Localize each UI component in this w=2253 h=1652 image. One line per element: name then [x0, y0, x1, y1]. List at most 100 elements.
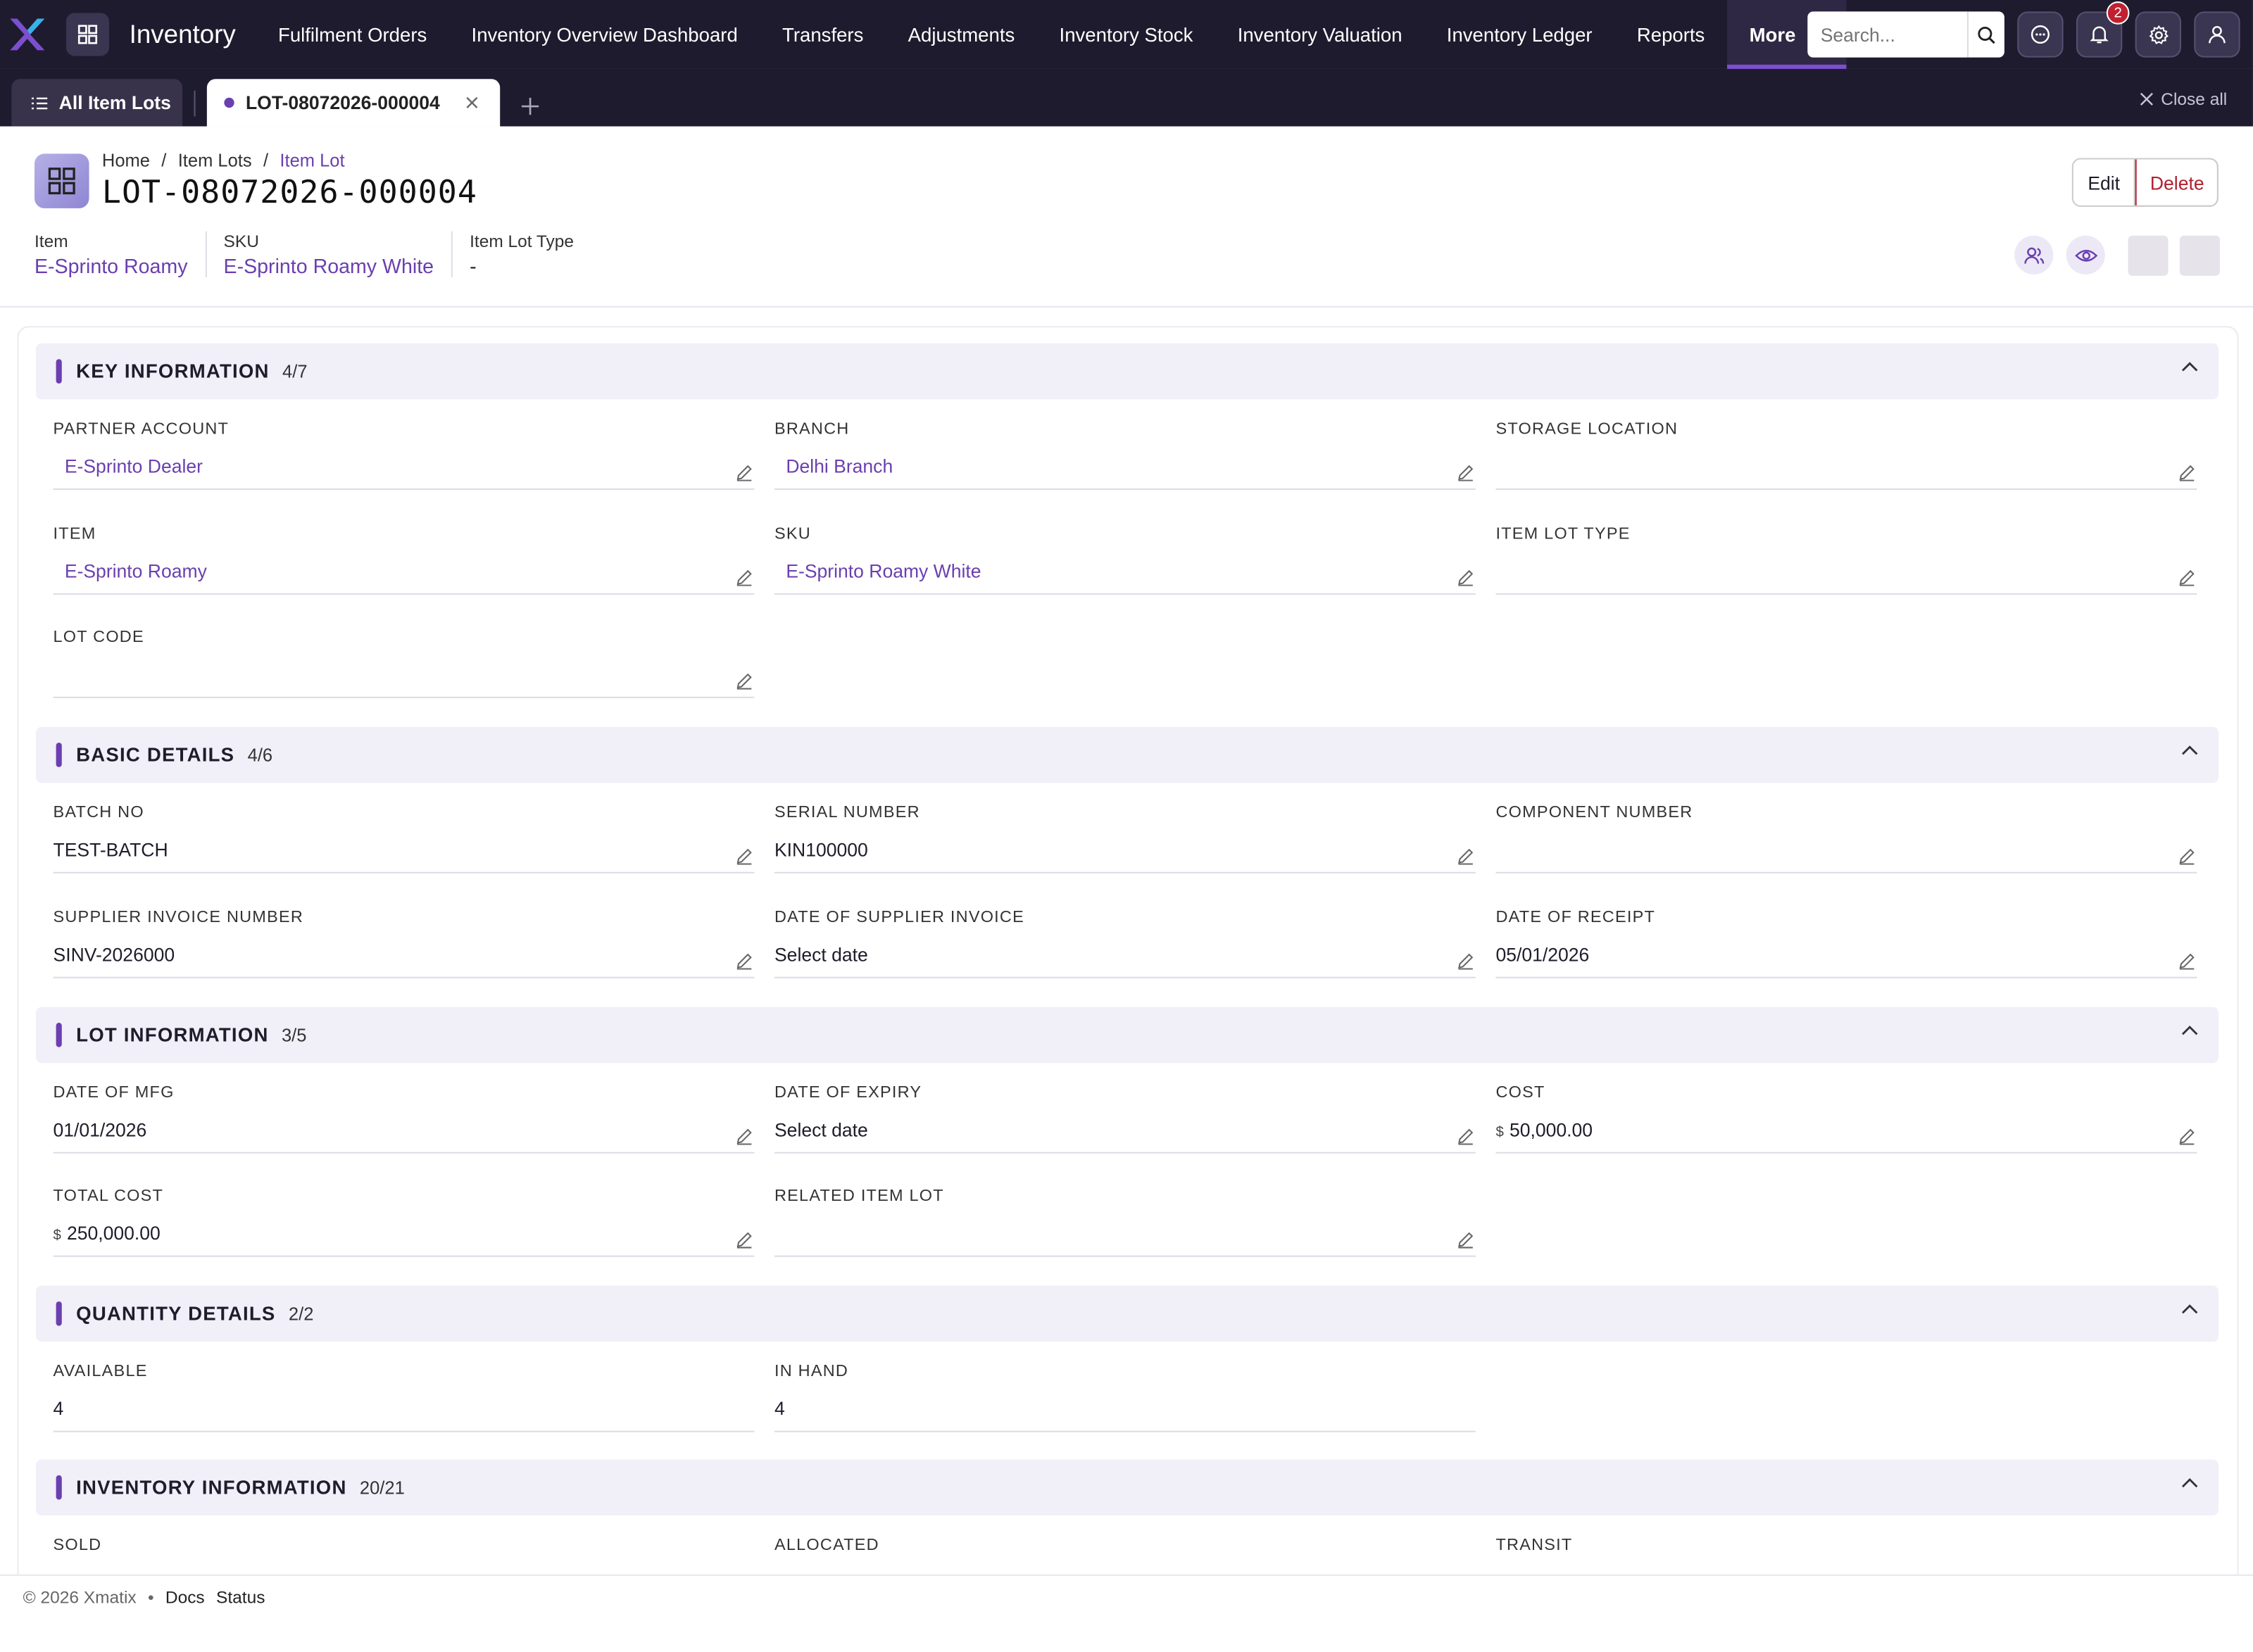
- field-item: ITEM E-Sprinto Roamy: [53, 526, 755, 595]
- settings-button[interactable]: [2135, 11, 2181, 58]
- search-icon: [1978, 25, 1995, 44]
- section-count: 3/5: [281, 1025, 307, 1045]
- grid-icon: [48, 168, 75, 195]
- nav-item-fulfilment-orders[interactable]: Fulfilment Orders: [256, 0, 449, 69]
- breadcrumb-item-lots[interactable]: Item Lots: [178, 151, 252, 171]
- pencil-icon[interactable]: [2178, 464, 2195, 481]
- field-value[interactable]: KIN100000: [774, 833, 1476, 874]
- summary-item-lot-type: Item Lot Type -: [470, 232, 591, 277]
- app-launcher-button[interactable]: [65, 13, 110, 56]
- chevron-up-icon[interactable]: [2181, 1303, 2198, 1314]
- search-input[interactable]: [1807, 11, 1967, 58]
- global-search: [1807, 11, 2004, 58]
- action-placeholder-2[interactable]: [2179, 235, 2221, 276]
- close-all-tabs-button[interactable]: Close all: [2140, 89, 2227, 109]
- pencil-icon[interactable]: [2178, 847, 2195, 865]
- pencil-icon[interactable]: [736, 1128, 753, 1145]
- date-picker[interactable]: Select date: [774, 938, 1476, 978]
- field-label: COST: [1495, 1084, 1545, 1102]
- nav-item-transfers[interactable]: Transfers: [760, 0, 886, 69]
- field-value[interactable]: [1495, 450, 2197, 490]
- footer-docs-link[interactable]: Docs: [165, 1587, 205, 1607]
- chevron-up-icon[interactable]: [2181, 1024, 2198, 1035]
- section-key-information[interactable]: KEY INFORMATION 4/7: [36, 343, 2219, 400]
- field-value[interactable]: E-Sprinto Roamy: [53, 555, 755, 595]
- footer-status-link[interactable]: Status: [216, 1587, 265, 1607]
- pencil-icon[interactable]: [1457, 569, 1474, 586]
- field-item-lot-type: ITEM LOT TYPE: [1495, 525, 2197, 595]
- field-value[interactable]: [774, 1217, 1476, 1257]
- field-value[interactable]: SINV-2026000: [53, 938, 755, 978]
- field-value[interactable]: [1495, 833, 2197, 874]
- field-in-hand: IN HAND 4: [774, 1363, 1476, 1432]
- nav-item-inventory-stock[interactable]: Inventory Stock: [1037, 0, 1215, 69]
- edit-button[interactable]: Edit: [2073, 159, 2136, 206]
- pencil-icon[interactable]: [1457, 1231, 1474, 1249]
- field-value[interactable]: Delhi Branch: [774, 450, 1476, 490]
- nav-item-inventory-valuation[interactable]: Inventory Valuation: [1215, 0, 1424, 69]
- currency-input[interactable]: $250,000.00: [53, 1217, 755, 1257]
- followers-button[interactable]: [2014, 235, 2054, 275]
- breadcrumb-home[interactable]: Home: [102, 151, 150, 171]
- pencil-icon[interactable]: [1457, 464, 1474, 481]
- field-value[interactable]: TEST-BATCH: [53, 833, 755, 874]
- chevron-up-icon[interactable]: [2181, 1477, 2198, 1488]
- pencil-icon[interactable]: [1457, 952, 1474, 970]
- pencil-icon[interactable]: [1457, 847, 1474, 865]
- section-basic-details[interactable]: BASIC DETAILS 4/6: [36, 726, 2219, 783]
- chat-button[interactable]: [2017, 11, 2064, 58]
- app-name: Inventory: [129, 19, 236, 49]
- close-icon[interactable]: [465, 96, 478, 109]
- summary-sku: SKU E-Sprinto Roamy White: [224, 231, 453, 277]
- date-picker[interactable]: Select date: [774, 1114, 1476, 1154]
- breadcrumb-separator: /: [161, 151, 167, 171]
- search-button[interactable]: [1966, 11, 2004, 58]
- nav-item-inventory-ledger[interactable]: Inventory Ledger: [1424, 0, 1614, 69]
- date-picker[interactable]: 05/01/2026: [1495, 938, 2197, 978]
- pencil-icon[interactable]: [736, 672, 753, 690]
- pencil-icon[interactable]: [1457, 1128, 1474, 1145]
- notifications-button[interactable]: 2: [2076, 1, 2130, 58]
- delete-button[interactable]: Delete: [2135, 159, 2217, 206]
- field-label: ITEM LOT TYPE: [1495, 525, 1631, 543]
- pencil-icon[interactable]: [736, 847, 753, 865]
- field-value[interactable]: E-Sprinto Dealer: [53, 450, 755, 490]
- section-quantity-details[interactable]: QUANTITY DETAILS 2/2: [36, 1285, 2219, 1342]
- tab-all-item-lots[interactable]: All Item Lots: [11, 79, 183, 127]
- nav-item-adjustments[interactable]: Adjustments: [886, 0, 1037, 69]
- xmatix-logo[interactable]: [0, 0, 55, 69]
- chevron-up-icon[interactable]: [2181, 360, 2198, 372]
- date-picker[interactable]: 01/01/2026: [53, 1114, 755, 1154]
- watch-button[interactable]: [2066, 235, 2105, 275]
- pencil-icon[interactable]: [736, 464, 753, 481]
- nav-item-inventory-overview-dashboard[interactable]: Inventory Overview Dashboard: [449, 0, 760, 69]
- pencil-icon[interactable]: [2178, 569, 2195, 586]
- tab-lot-detail[interactable]: LOT-08072026-000004: [206, 79, 501, 127]
- nav-item-reports[interactable]: Reports: [1614, 0, 1727, 69]
- field-label: TRANSIT: [1495, 1537, 1573, 1555]
- action-placeholder-1[interactable]: [2128, 235, 2169, 276]
- pencil-icon[interactable]: [2178, 1128, 2195, 1145]
- chevron-up-icon[interactable]: [2181, 744, 2198, 755]
- summary-item-lot-type-value: -: [470, 254, 477, 277]
- section-inventory-information[interactable]: INVENTORY INFORMATION 20/21: [36, 1459, 2219, 1516]
- pencil-icon[interactable]: [736, 1231, 753, 1249]
- section-lot-information[interactable]: LOT INFORMATION 3/5: [36, 1007, 2219, 1064]
- add-tab-icon[interactable]: [521, 97, 539, 115]
- summary-sku-link[interactable]: E-Sprinto Roamy White: [224, 254, 434, 277]
- field-value[interactable]: E-Sprinto Roamy White: [774, 555, 1476, 595]
- summary-item-label: Item: [34, 231, 68, 252]
- chat-icon: [2031, 25, 2050, 44]
- summary-item-link[interactable]: E-Sprinto Roamy: [34, 254, 188, 277]
- section-accent-bar: [56, 1301, 62, 1326]
- field-value[interactable]: [53, 658, 755, 698]
- section-count: 4/6: [247, 745, 273, 765]
- pencil-icon[interactable]: [736, 569, 753, 586]
- field-value[interactable]: [1495, 555, 2197, 595]
- summary-item: Item E-Sprinto Roamy: [34, 231, 207, 277]
- currency-input[interactable]: $50,000.00: [1495, 1114, 2197, 1154]
- profile-button[interactable]: [2194, 11, 2240, 58]
- section-count: 2/2: [288, 1304, 314, 1324]
- pencil-icon[interactable]: [2178, 952, 2195, 970]
- pencil-icon[interactable]: [736, 952, 753, 970]
